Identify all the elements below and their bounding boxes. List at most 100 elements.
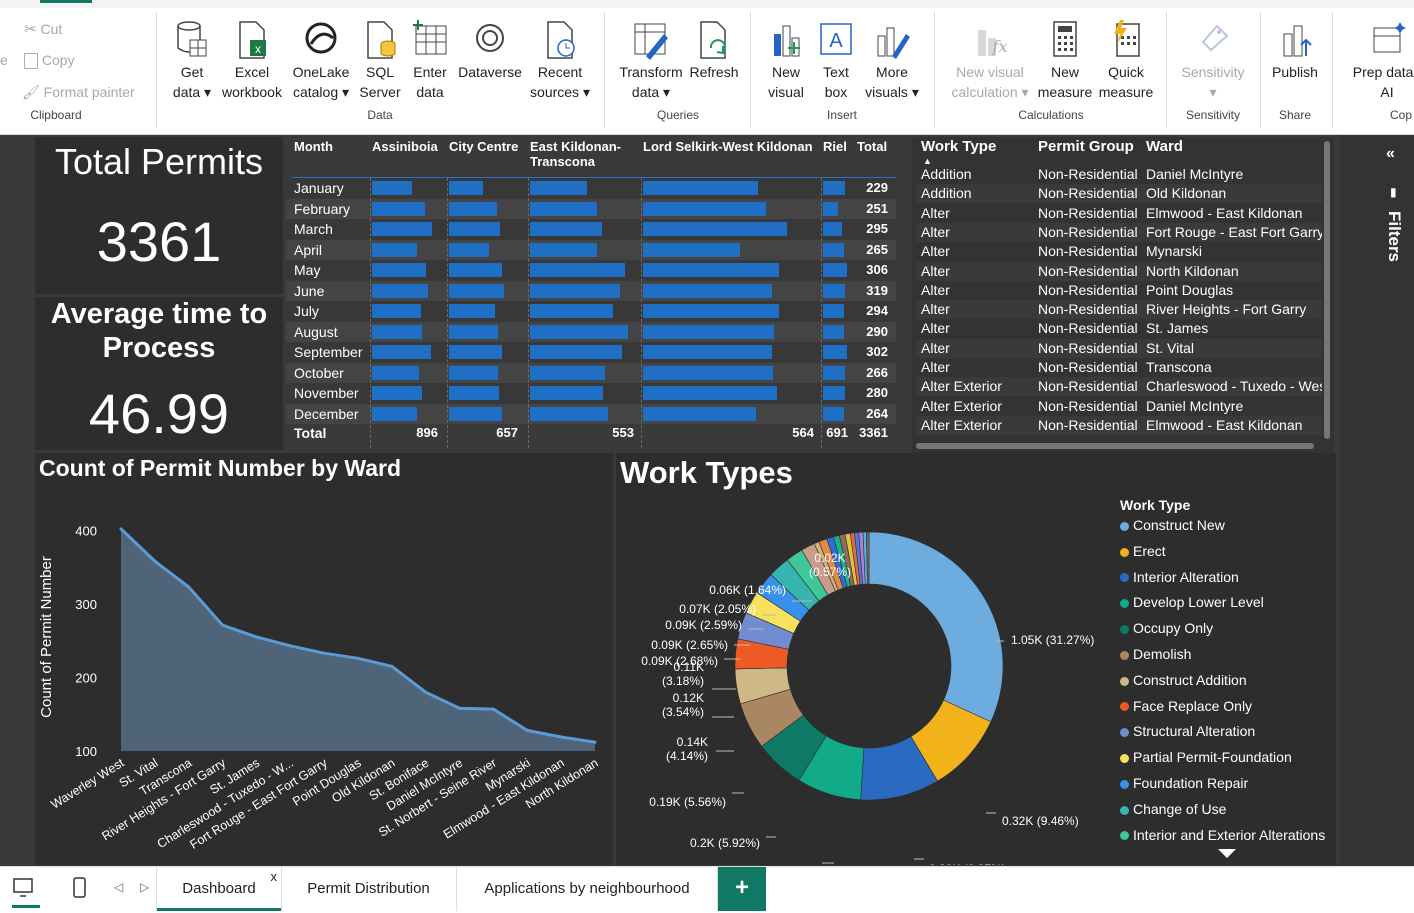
matrix-row[interactable]: March 295 <box>286 219 896 239</box>
donut-data-label: 0.09K (2.59%) <box>665 618 742 632</box>
get-data-button[interactable]: Get data ▾ <box>166 20 218 104</box>
table-row[interactable]: Alter Non-Residential River Heights - Fort… <box>916 300 1322 320</box>
matrix-header-east-kildonan-transcona[interactable]: East Kildonan-Transcona <box>530 139 630 169</box>
table-row[interactable]: Alter Non-Residential St. James <box>916 319 1322 339</box>
tab-applications-by-neighbourhood[interactable]: Applications by neighbourhood <box>457 867 718 911</box>
work-types-donut[interactable]: 1.05K (31.27%) 0.32K (9.46%) 0.32K (9.37%)… <box>616 493 1116 865</box>
legend-item[interactable]: Change of Use <box>1120 801 1226 817</box>
excel-workbook-button[interactable]: x Excel workbook <box>218 20 286 104</box>
matrix-row[interactable]: June 319 <box>286 280 896 301</box>
new-visual-calculation-button[interactable]: fx New visual calculation ▾ <box>948 20 1032 104</box>
more-visuals-icon <box>877 27 910 59</box>
table-row[interactable]: Alter Non-Residential North Kildonan <box>916 261 1322 281</box>
work-types-chart-card[interactable]: Work Types 1.05K (31.27%) 0.32K (9.46%) 0.… <box>616 453 1336 865</box>
total-permits-card[interactable]: Total Permits 3361 <box>35 137 283 294</box>
onelake-catalog-button[interactable]: OneLake catalog ▾ <box>288 20 354 104</box>
legend-item[interactable]: Occupy Only <box>1120 620 1213 636</box>
matrix-row[interactable]: August 290 <box>286 321 896 342</box>
table-row[interactable]: Alter Non-Residential St. Vital <box>916 338 1322 358</box>
filters-pane[interactable]: « ▮ Filters <box>1340 135 1414 865</box>
matrix-row[interactable]: July 294 <box>286 301 896 321</box>
mobile-view-icon[interactable] <box>72 876 88 905</box>
format-painter-button[interactable]: 🖌 Format painter <box>22 84 135 101</box>
table-cell: North Kildonan <box>1146 262 1239 279</box>
legend-item[interactable]: Construct New <box>1120 517 1225 533</box>
table-header-permit-group[interactable]: Permit Group <box>1038 137 1134 157</box>
work-type-table[interactable]: Work Type ▲ Permit Group Ward Addition No… <box>912 137 1334 453</box>
table-row[interactable]: Alter Non-Residential Mynarski <box>916 242 1322 262</box>
table-header-ward[interactable]: Ward <box>1146 137 1183 157</box>
matrix-header-riel[interactable]: Riel <box>823 139 847 154</box>
table-row[interactable]: Addition Non-Residential Old Kildonan <box>916 184 1322 204</box>
matrix-row[interactable]: May 306 <box>286 260 896 280</box>
table-row[interactable]: Alter Exterior Non-Residential Charleswood… <box>916 377 1322 397</box>
publish-button[interactable]: Publish <box>1266 20 1324 104</box>
dataverse-button[interactable]: Dataverse <box>456 20 524 104</box>
copy-button[interactable]: Copy <box>24 52 75 70</box>
next-page-icon[interactable]: ▷ <box>140 880 149 894</box>
legend-item[interactable]: Demolish <box>1120 646 1191 662</box>
table-vertical-scrollbar[interactable] <box>1324 141 1330 439</box>
matrix-row[interactable]: January 229 <box>286 178 896 198</box>
ward-area-chart-card[interactable]: Count of Permit Number by Ward 100 200 300… <box>35 453 613 865</box>
monthly-matrix[interactable]: Month Assiniboia City Centre East Kildon… <box>286 137 908 449</box>
cut-button[interactable]: ✂ Cut <box>24 20 62 38</box>
legend-item[interactable]: Develop Lower Level <box>1120 594 1264 610</box>
add-page-button[interactable]: + <box>718 867 766 911</box>
legend-item[interactable]: Interior Alteration <box>1120 569 1239 585</box>
table-row[interactable]: Alter Non-Residential Elmwood - East Kildo… <box>916 203 1322 223</box>
table-row[interactable]: Addition Non-Residential Daniel McIntyre <box>916 165 1322 184</box>
matrix-header-assiniboia[interactable]: Assiniboia <box>372 139 438 154</box>
matrix-bar <box>530 201 597 216</box>
average-time-card[interactable]: Average time to Process 46.99 <box>35 297 283 450</box>
legend-item[interactable]: Face Replace Only <box>1120 698 1252 714</box>
prep-data-ai-button[interactable]: Prep data f AI <box>1342 20 1414 104</box>
area-chart-plot[interactable]: 100 200 300 400 Count of Permit Number Waverl… <box>35 493 613 865</box>
matrix-row[interactable]: November 280 <box>286 383 896 403</box>
matrix-header-lord-selkirk[interactable]: Lord Selkirk-West Kildonan <box>643 139 813 154</box>
quick-measure-button[interactable]: Quick measure <box>1096 20 1156 104</box>
desktop-view-icon[interactable] <box>12 877 36 904</box>
matrix-header-city-centre[interactable]: City Centre <box>449 139 518 154</box>
matrix-header-total[interactable]: Total <box>857 139 887 154</box>
matrix-row[interactable]: December 264 <box>286 403 896 424</box>
legend-item[interactable]: Construct Addition <box>1120 672 1247 688</box>
sql-server-button[interactable]: SQL Server <box>358 20 402 104</box>
previous-page-icon[interactable]: ◁ <box>114 880 123 894</box>
table-row[interactable]: Alter Non-Residential Fort Rouge - East Fo… <box>916 222 1322 242</box>
tab-dashboard[interactable]: Dashboard x <box>156 867 282 911</box>
refresh-button[interactable]: Refresh <box>686 20 742 104</box>
new-visual-button[interactable]: New visual <box>762 20 810 104</box>
table-row[interactable]: Alter Non-Residential Transcona <box>916 358 1322 377</box>
desktop-view-indicator <box>12 905 40 908</box>
legend-item[interactable]: Interior and Exterior Alterations <box>1120 827 1325 843</box>
matrix-row[interactable]: October 266 <box>286 362 896 383</box>
new-measure-button[interactable]: New measure <box>1036 20 1094 104</box>
legend-item[interactable]: Partial Permit-Foundation <box>1120 749 1292 765</box>
legend-scroll-down-icon[interactable] <box>1218 849 1236 858</box>
legend-item[interactable]: Structural Alteration <box>1120 723 1255 739</box>
matrix-month-cell: May <box>294 262 321 278</box>
table-row[interactable]: Alter Exterior Non-Residential Daniel McIn… <box>916 396 1322 416</box>
matrix-bar <box>372 345 431 359</box>
paste-button-partial[interactable]: e <box>0 52 8 68</box>
tab-permit-distribution[interactable]: Permit Distribution <box>281 867 457 911</box>
collapse-chevron-icon[interactable]: « <box>1386 145 1395 163</box>
legend-item[interactable]: Erect <box>1120 543 1166 559</box>
table-row[interactable]: Alter Exterior Non-Residential Elmwood - E… <box>916 415 1322 435</box>
enter-data-button[interactable]: Enter data <box>408 20 452 104</box>
matrix-header-month[interactable]: Month <box>294 139 333 154</box>
more-visuals-button[interactable]: More visuals ▾ <box>860 20 924 104</box>
table-header-work-type[interactable]: Work Type <box>921 137 996 157</box>
text-box-button[interactable]: A Text box <box>812 20 860 104</box>
legend-item[interactable]: Foundation Repair <box>1120 775 1248 791</box>
matrix-row[interactable]: February 251 <box>286 198 896 219</box>
matrix-row[interactable]: September 302 <box>286 342 896 362</box>
table-horizontal-scrollbar[interactable] <box>916 443 1314 449</box>
transform-data-button[interactable]: Transform data ▾ <box>614 20 688 104</box>
matrix-row[interactable]: April 265 <box>286 239 896 260</box>
table-row[interactable]: Alter Non-Residential Point Douglas <box>916 280 1322 300</box>
sensitivity-button[interactable]: Sensitivity ▾ <box>1176 20 1250 104</box>
close-tab-icon[interactable]: x <box>271 855 278 899</box>
recent-sources-button[interactable]: Recent sources ▾ <box>526 20 594 104</box>
